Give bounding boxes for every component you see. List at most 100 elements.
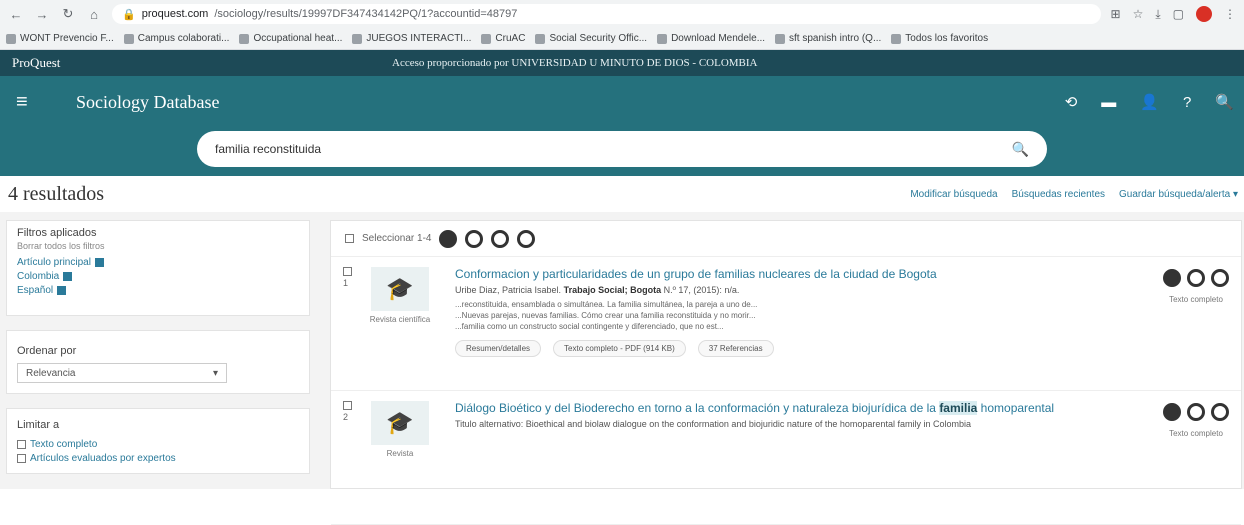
result-snippet: ...familia como un constructo social con… bbox=[455, 322, 724, 331]
star-icon[interactable]: ☆ bbox=[1133, 7, 1144, 21]
result-item: 1 🎓 Revista científica Conformacion y pa… bbox=[331, 257, 1241, 391]
folder-icon[interactable]: ▬ bbox=[1101, 94, 1116, 111]
filter-item[interactable]: Español bbox=[17, 285, 299, 296]
results-list: Seleccionar 1-4 1 🎓 Revista científica C… bbox=[330, 220, 1242, 525]
result-snippet: ...reconstituida, ensamblada o simultáne… bbox=[455, 300, 758, 309]
full-text-pdf-button[interactable]: Texto completo - PDF (914 KB) bbox=[553, 340, 686, 357]
abstract-details-button[interactable]: Resumen/detalles bbox=[455, 340, 542, 357]
bookmark-item[interactable]: CruAC bbox=[481, 33, 525, 44]
print-icon[interactable] bbox=[1211, 403, 1229, 421]
cite-icon[interactable] bbox=[1163, 403, 1181, 421]
select-all-checkbox[interactable] bbox=[345, 234, 354, 243]
sort-panel: Ordenar por Relevancia ▾ bbox=[6, 330, 310, 394]
email-icon[interactable] bbox=[465, 229, 484, 248]
search-submit-icon[interactable]: 🔍 bbox=[1012, 141, 1029, 158]
bookmark-item[interactable]: Download Mendele... bbox=[657, 33, 765, 44]
result-index: 2 bbox=[343, 412, 349, 422]
chevron-down-icon: ▾ bbox=[212, 367, 218, 379]
remove-filter-icon[interactable] bbox=[63, 272, 73, 281]
applied-filters-panel: Filtros aplicados Borrar todos los filtr… bbox=[6, 220, 310, 316]
full-text-checkbox[interactable]: Texto completo bbox=[17, 439, 299, 450]
more-options-icon[interactable] bbox=[517, 229, 536, 248]
reload-icon[interactable]: ↻ bbox=[60, 6, 76, 22]
filter-item[interactable]: Artículo principal bbox=[17, 257, 299, 268]
sidebar: Filtros aplicados Borrar todos los filtr… bbox=[6, 220, 310, 489]
source-type: Revista científica bbox=[369, 315, 431, 324]
email-icon[interactable] bbox=[1187, 269, 1205, 287]
limit-panel: Limitar a Texto completo Artículos evalu… bbox=[6, 408, 310, 474]
search-input[interactable] bbox=[215, 142, 1012, 156]
bookmark-item[interactable]: sft spanish intro (Q... bbox=[775, 33, 881, 44]
bookmark-item[interactable]: Social Security Offic... bbox=[535, 33, 647, 44]
tab-icon[interactable]: ▢ bbox=[1173, 7, 1184, 21]
print-icon[interactable] bbox=[1211, 269, 1229, 287]
limit-title: Limitar a bbox=[17, 419, 60, 431]
alternate-title: Titulo alternativo: Bioethical and biola… bbox=[455, 419, 971, 429]
home-icon[interactable]: ⌂ bbox=[86, 7, 102, 22]
source-type: Revista bbox=[386, 449, 414, 458]
user-icon[interactable]: 👤 bbox=[1140, 93, 1159, 111]
results-header: 4 resultados Modificar búsqueda Búsqueda… bbox=[0, 176, 1244, 212]
history-icon[interactable]: ⟲ bbox=[1065, 93, 1078, 111]
graduation-cap-icon: 🎓 bbox=[371, 267, 429, 311]
translate-icon[interactable]: ⊞ bbox=[1111, 7, 1121, 21]
cite-icon[interactable] bbox=[439, 229, 458, 248]
bookmark-item[interactable]: JUEGOS INTERACTI... bbox=[352, 33, 471, 44]
bookmark-item[interactable]: Occupational heat... bbox=[239, 33, 342, 44]
hamburger-menu-icon[interactable]: ≡ bbox=[16, 91, 46, 114]
recent-searches-link[interactable]: Búsquedas recientes bbox=[1012, 189, 1105, 200]
proquest-topbar: ProQuest Acceso proporcionado por UNIVER… bbox=[0, 50, 1244, 76]
url-path: /sociology/results/19997DF347434142PQ/1?… bbox=[214, 8, 518, 20]
result-checkbox[interactable] bbox=[343, 267, 352, 276]
filter-item[interactable]: Colombia bbox=[17, 271, 299, 282]
results-count: 4 resultados bbox=[8, 182, 105, 205]
peer-reviewed-checkbox[interactable]: Artículos evaluados por expertos bbox=[17, 453, 299, 464]
select-all-row: Seleccionar 1-4 bbox=[331, 221, 1241, 257]
save-search-link[interactable]: Guardar búsqueda/alerta ▾ bbox=[1119, 189, 1238, 200]
email-icon[interactable] bbox=[1187, 403, 1205, 421]
address-bar[interactable]: 🔒 proquest.com/sociology/results/19997DF… bbox=[112, 4, 1101, 24]
modify-search-link[interactable]: Modificar búsqueda bbox=[910, 189, 997, 200]
sort-title: Ordenar por bbox=[17, 345, 77, 357]
help-icon[interactable]: ? bbox=[1183, 94, 1191, 111]
menu-dots-icon[interactable]: ⋮ bbox=[1224, 7, 1236, 21]
references-button[interactable]: 37 Referencias bbox=[697, 340, 774, 357]
browser-toolbar: ← → ↻ ⌂ 🔒 proquest.com/sociology/results… bbox=[0, 0, 1244, 28]
bookmark-item[interactable]: Campus colaborati... bbox=[123, 33, 229, 44]
result-title[interactable]: Diálogo Bioético y del Bioderecho en tor… bbox=[455, 401, 1109, 416]
result-index: 1 bbox=[343, 278, 349, 288]
profile-icon[interactable] bbox=[1196, 6, 1212, 22]
remove-filter-icon[interactable] bbox=[94, 258, 104, 267]
full-text-label: Texto completo bbox=[1169, 295, 1223, 304]
access-notice: Acceso proporcionado por UNIVERSIDAD U M… bbox=[392, 57, 758, 69]
bookmark-item[interactable]: Todos los favoritos bbox=[891, 33, 988, 44]
database-header: ≡ Sociology Database ⟲ ▬ 👤 ? 🔍 bbox=[0, 76, 1244, 128]
result-meta: Uribe Diaz, Patricia Isabel. Trabajo Soc… bbox=[455, 285, 740, 295]
print-icon[interactable] bbox=[491, 229, 510, 248]
url-host: proquest.com bbox=[141, 8, 209, 20]
database-title[interactable]: Sociology Database bbox=[76, 92, 219, 113]
select-all-label: Seleccionar 1-4 bbox=[362, 233, 432, 244]
bookmarks-bar: WONT Prevencio F... Campus colaborati...… bbox=[0, 28, 1244, 50]
search-icon[interactable]: 🔍 bbox=[1215, 93, 1234, 111]
download-icon[interactable]: ⤓ bbox=[1155, 7, 1160, 22]
search-box: 🔍 bbox=[197, 131, 1047, 167]
forward-icon[interactable]: → bbox=[34, 7, 50, 22]
proquest-logo[interactable]: ProQuest bbox=[12, 55, 60, 71]
result-checkbox[interactable] bbox=[343, 401, 352, 410]
result-title[interactable]: Conformacion y particularidades de un gr… bbox=[455, 267, 1109, 282]
bookmark-item[interactable]: WONT Prevencio F... bbox=[6, 33, 114, 44]
search-band: 🔍 bbox=[0, 128, 1244, 176]
full-text-label: Texto completo bbox=[1169, 429, 1223, 438]
filters-title: Filtros aplicados bbox=[17, 227, 97, 239]
back-icon[interactable]: ← bbox=[8, 7, 24, 22]
remove-filter-icon[interactable] bbox=[57, 286, 67, 295]
cite-icon[interactable] bbox=[1163, 269, 1181, 287]
sort-value: Relevancia bbox=[26, 367, 76, 379]
sort-select[interactable]: Relevancia ▾ bbox=[17, 363, 227, 383]
lock-icon: 🔒 bbox=[122, 8, 136, 21]
result-snippet: ...Nuevas parejas, nuevas familias. Cómo… bbox=[455, 311, 756, 320]
graduation-cap-icon: 🎓 bbox=[371, 401, 429, 445]
result-item: 2 🎓 Revista Diálogo Bioético y del Biode… bbox=[331, 391, 1241, 525]
clear-filters-link[interactable]: Borrar todos los filtros bbox=[17, 241, 299, 251]
